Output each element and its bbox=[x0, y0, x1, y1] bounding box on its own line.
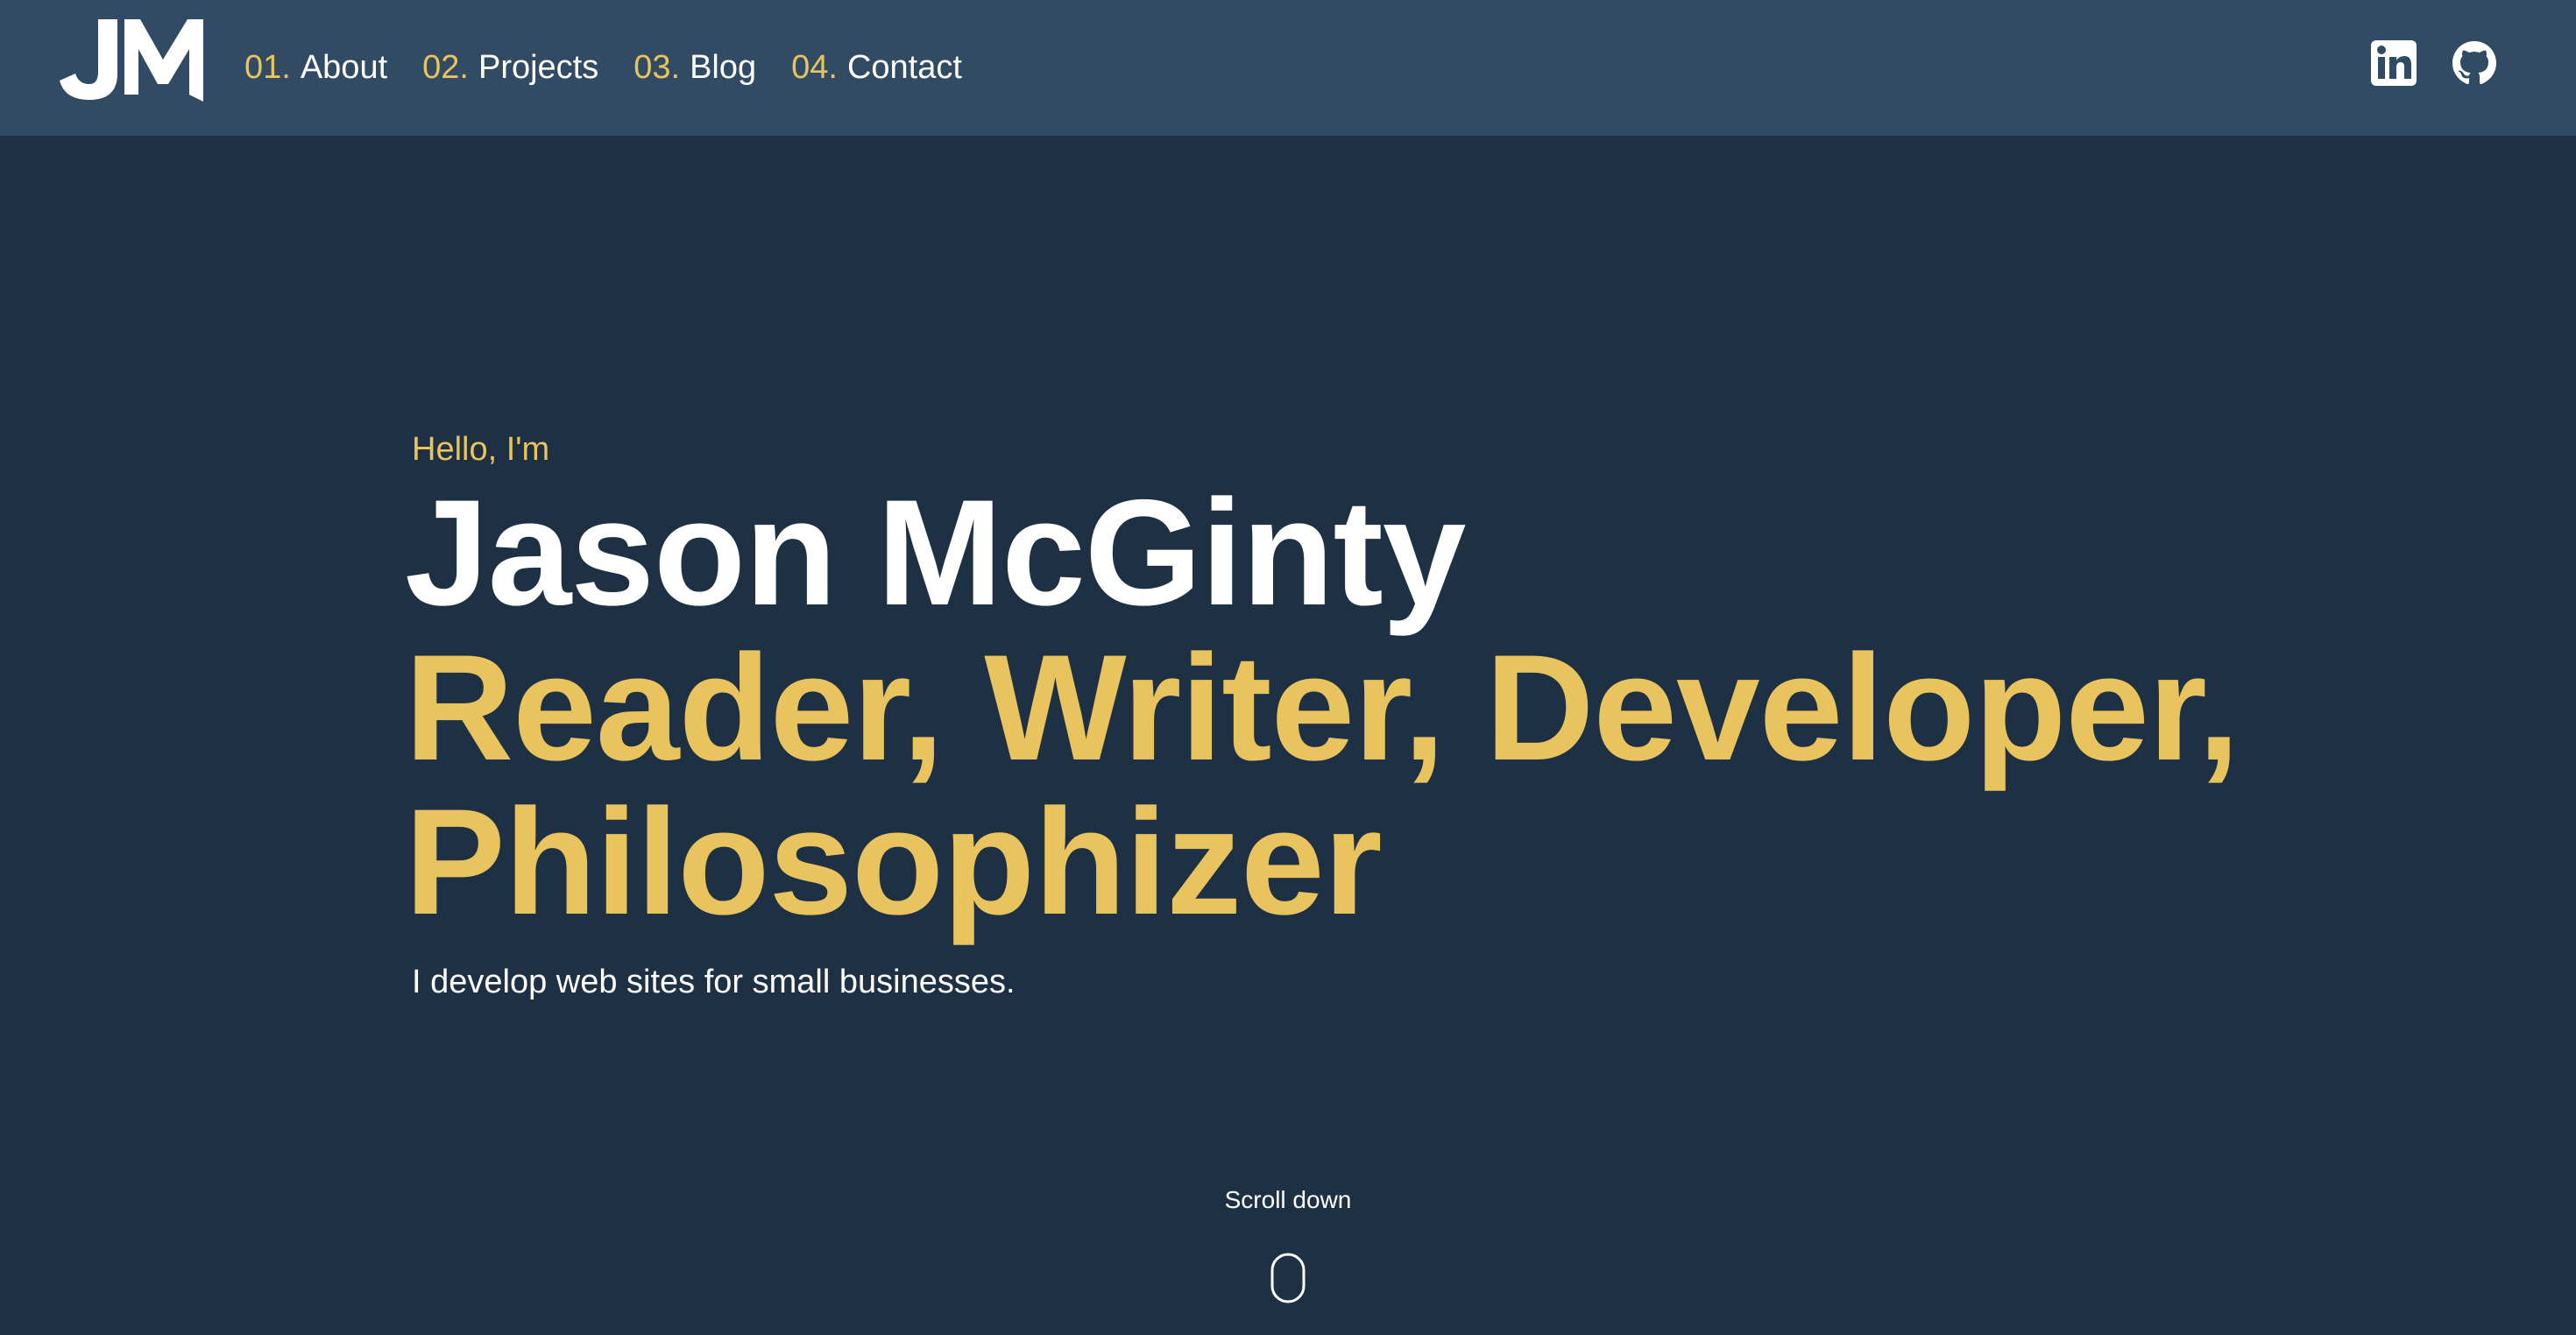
nav-item-number: 01. bbox=[244, 49, 291, 86]
nav-item-number: 03. bbox=[633, 49, 681, 86]
nav-item-label: About bbox=[300, 49, 388, 86]
jm-logo-icon[interactable] bbox=[60, 19, 203, 102]
hero-name: Jason McGinty bbox=[405, 469, 1466, 637]
hero-tagline: I develop web sites for small businesses… bbox=[412, 964, 1016, 1000]
linkedin-icon[interactable] bbox=[2371, 40, 2417, 86]
hero-greeting: Hello, I'm bbox=[412, 431, 550, 468]
nav-item-label: Contact bbox=[846, 49, 962, 86]
nav-item-number: 02. bbox=[422, 49, 469, 86]
scroll-down-label: Scroll down bbox=[1224, 1186, 1352, 1213]
page: 01. About 02. Projects 03. Blog 04. Cont… bbox=[0, 0, 2576, 1335]
nav-item-contact[interactable]: 04. Contact bbox=[791, 49, 962, 87]
nav-item-label: Projects bbox=[478, 49, 599, 86]
nav-item-about[interactable]: 01. About bbox=[244, 49, 387, 87]
nav-item-projects[interactable]: 02. Projects bbox=[422, 49, 598, 87]
site-header: 01. About 02. Projects 03. Blog 04. Cont… bbox=[0, 0, 2576, 136]
hero-roles: Reader, Writer, Developer, Philosophizer bbox=[405, 624, 2240, 946]
nav-item-label: Blog bbox=[690, 49, 757, 86]
social-links bbox=[2371, 40, 2497, 86]
main-nav: 01. About 02. Projects 03. Blog 04. Cont… bbox=[244, 0, 997, 136]
mouse-scroll-icon[interactable] bbox=[1270, 1253, 1306, 1303]
github-icon[interactable] bbox=[2452, 40, 2497, 86]
nav-item-blog[interactable]: 03. Blog bbox=[633, 49, 756, 87]
nav-item-number: 04. bbox=[791, 49, 838, 86]
